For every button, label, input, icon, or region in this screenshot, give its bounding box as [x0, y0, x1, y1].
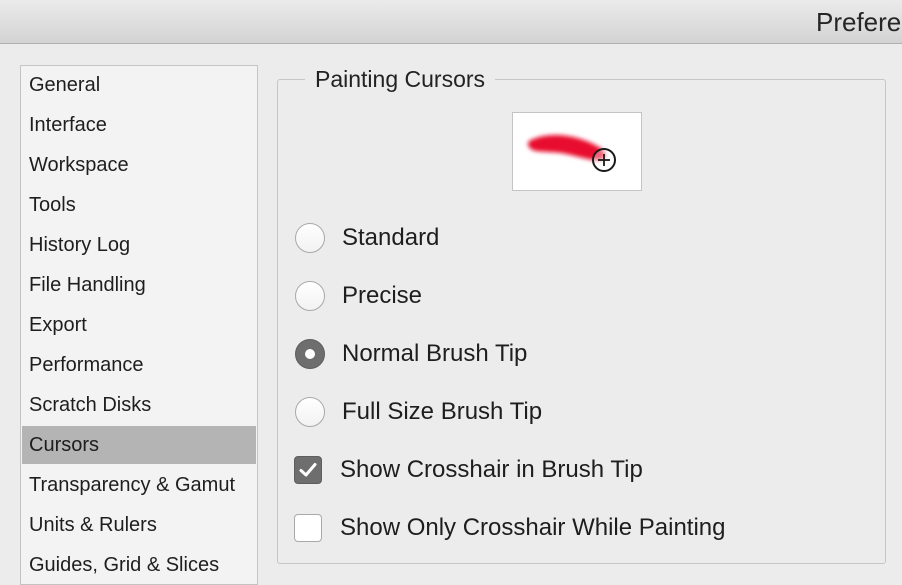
sidebar-item-cursors[interactable]: Cursors: [22, 426, 256, 464]
sidebar-item-export[interactable]: Export: [22, 306, 256, 344]
radio-full-size-brush-tip-control[interactable]: [295, 397, 325, 427]
preferences-sidebar: General Interface Workspace Tools Histor…: [20, 65, 258, 585]
sidebar-item-interface[interactable]: Interface: [22, 106, 256, 144]
radio-precise-control[interactable]: [295, 281, 325, 311]
window-title: Prefere: [816, 7, 902, 37]
sidebar-item-transparency-gamut[interactable]: Transparency & Gamut: [22, 466, 256, 504]
preferences-content: General Interface Workspace Tools Histor…: [0, 44, 902, 585]
sidebar-item-tools[interactable]: Tools: [22, 186, 256, 224]
sidebar-item-performance[interactable]: Performance: [22, 346, 256, 384]
radio-precise-label[interactable]: Precise: [342, 280, 422, 312]
cursor-preview: [512, 112, 642, 191]
window-titlebar: Prefere: [0, 0, 902, 44]
checkbox-show-only-crosshair-label[interactable]: Show Only Crosshair While Painting: [340, 512, 726, 544]
checkbox-show-crosshair-label[interactable]: Show Crosshair in Brush Tip: [340, 454, 643, 486]
brush-stroke-crosshair-preview-icon: [527, 134, 616, 172]
sidebar-item-history-log[interactable]: History Log: [22, 226, 256, 264]
checkmark-icon: [299, 463, 317, 477]
radio-full-size-brush-tip-label[interactable]: Full Size Brush Tip: [342, 396, 542, 428]
sidebar-item-file-handling[interactable]: File Handling: [22, 266, 256, 304]
sidebar-item-workspace[interactable]: Workspace: [22, 146, 256, 184]
sidebar-item-guides-grid-slices[interactable]: Guides, Grid & Slices: [22, 546, 256, 584]
radio-normal-brush-tip-control[interactable]: [295, 339, 325, 369]
painting-cursors-title: Painting Cursors: [305, 66, 496, 93]
checkbox-show-crosshair-control[interactable]: [294, 456, 322, 484]
sidebar-item-general[interactable]: General: [22, 66, 256, 104]
radio-standard-label[interactable]: Standard: [342, 222, 439, 254]
sidebar-item-scratch-disks[interactable]: Scratch Disks: [22, 386, 256, 424]
radio-standard-control[interactable]: [295, 223, 325, 253]
checkbox-show-only-crosshair-control[interactable]: [294, 514, 322, 542]
sidebar-item-units-rulers[interactable]: Units & Rulers: [22, 506, 256, 544]
radio-normal-brush-tip-label[interactable]: Normal Brush Tip: [342, 338, 527, 370]
